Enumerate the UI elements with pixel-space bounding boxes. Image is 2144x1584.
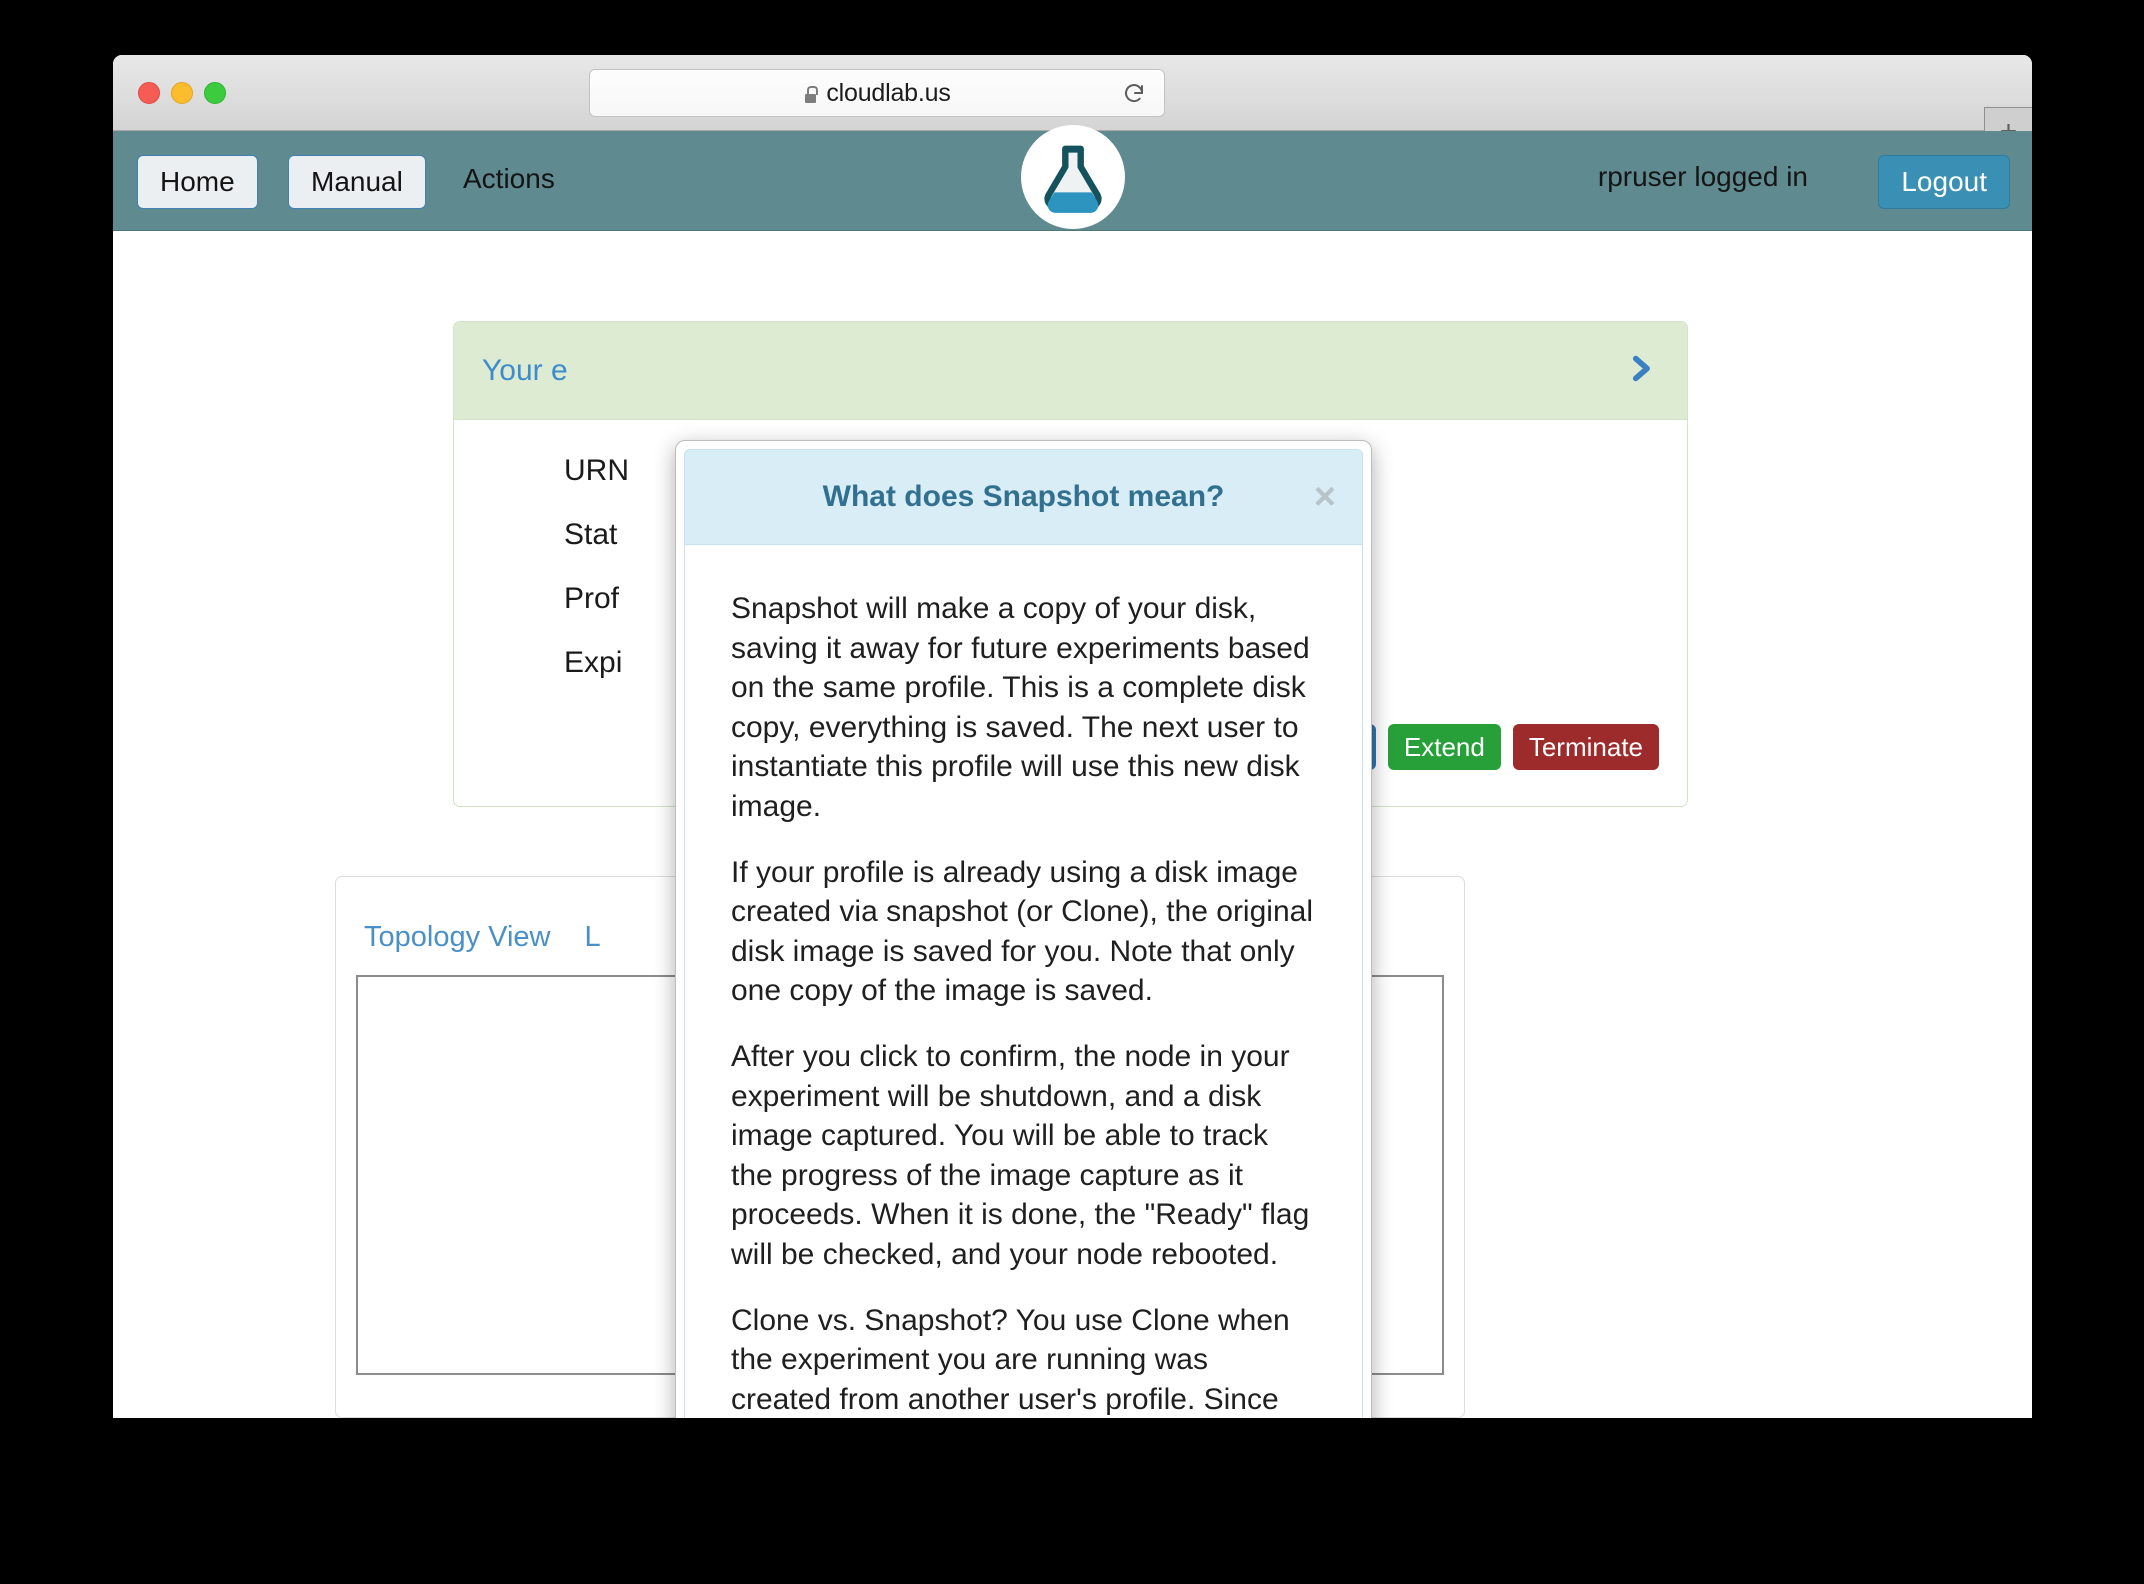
- url-text: cloudlab.us: [826, 78, 951, 107]
- experiment-panel-header[interactable]: Your e: [454, 322, 1687, 420]
- site-navbar: Home Manual Actions rpruser logged in Lo…: [113, 125, 2032, 231]
- page-body: Your e URN ser-QV1005 Stat: [113, 231, 2032, 1418]
- extend-button[interactable]: Extend: [1387, 724, 1501, 770]
- modal-paragraph-3: After you click to confirm, the node in …: [731, 1039, 1310, 1271]
- modal-title: What does Snapshot mean?: [822, 480, 1225, 513]
- modal-paragraph-2: If your profile is already using a disk …: [731, 855, 1313, 1008]
- modal-paragraph-1: Snapshot will make a copy of your disk, …: [731, 592, 1310, 823]
- user-status-label: rpruser logged in: [1597, 161, 1808, 192]
- tab-list-view[interactable]: L: [584, 921, 600, 954]
- nav-home-button[interactable]: Home: [137, 155, 258, 209]
- terminate-button[interactable]: Terminate: [1512, 724, 1659, 770]
- window-controls: [138, 82, 226, 104]
- maximize-window-button[interactable]: [204, 82, 226, 104]
- modal-body: Snapshot will make a copy of your disk, …: [684, 545, 1363, 1418]
- address-bar[interactable]: cloudlab.us: [589, 69, 1165, 117]
- logout-button[interactable]: Logout: [1878, 155, 2010, 209]
- page-viewport: Home Manual Actions rpruser logged in Lo…: [113, 125, 2032, 1418]
- browser-window: cloudlab.us + Home Manual Actions: [113, 55, 2032, 1418]
- flask-logo-svg: [1043, 145, 1102, 213]
- browser-titlebar: cloudlab.us +: [113, 55, 2032, 156]
- nav-manual-button[interactable]: Manual: [288, 155, 426, 209]
- url-text-wrapper: cloudlab.us: [803, 78, 951, 108]
- experiment-panel-title: Your e: [482, 353, 568, 387]
- lock-icon: [803, 84, 819, 103]
- minimize-window-button[interactable]: [171, 82, 193, 104]
- tab-topology-view[interactable]: Topology View: [364, 921, 550, 954]
- close-window-button[interactable]: [138, 82, 160, 104]
- modal-header: What does Snapshot mean? ×: [684, 449, 1363, 545]
- chevron-right-icon[interactable]: [1623, 351, 1657, 390]
- reload-icon[interactable]: [1122, 82, 1146, 106]
- nav-actions-link[interactable]: Actions: [463, 163, 555, 195]
- close-icon[interactable]: ×: [1314, 478, 1336, 516]
- flask-logo-icon: [1020, 125, 1125, 229]
- modal-paragraph-4: Clone vs. Snapshot? You use Clone when t…: [731, 1303, 1290, 1416]
- snapshot-info-modal: What does Snapshot mean? × Snapshot will…: [675, 440, 1372, 1418]
